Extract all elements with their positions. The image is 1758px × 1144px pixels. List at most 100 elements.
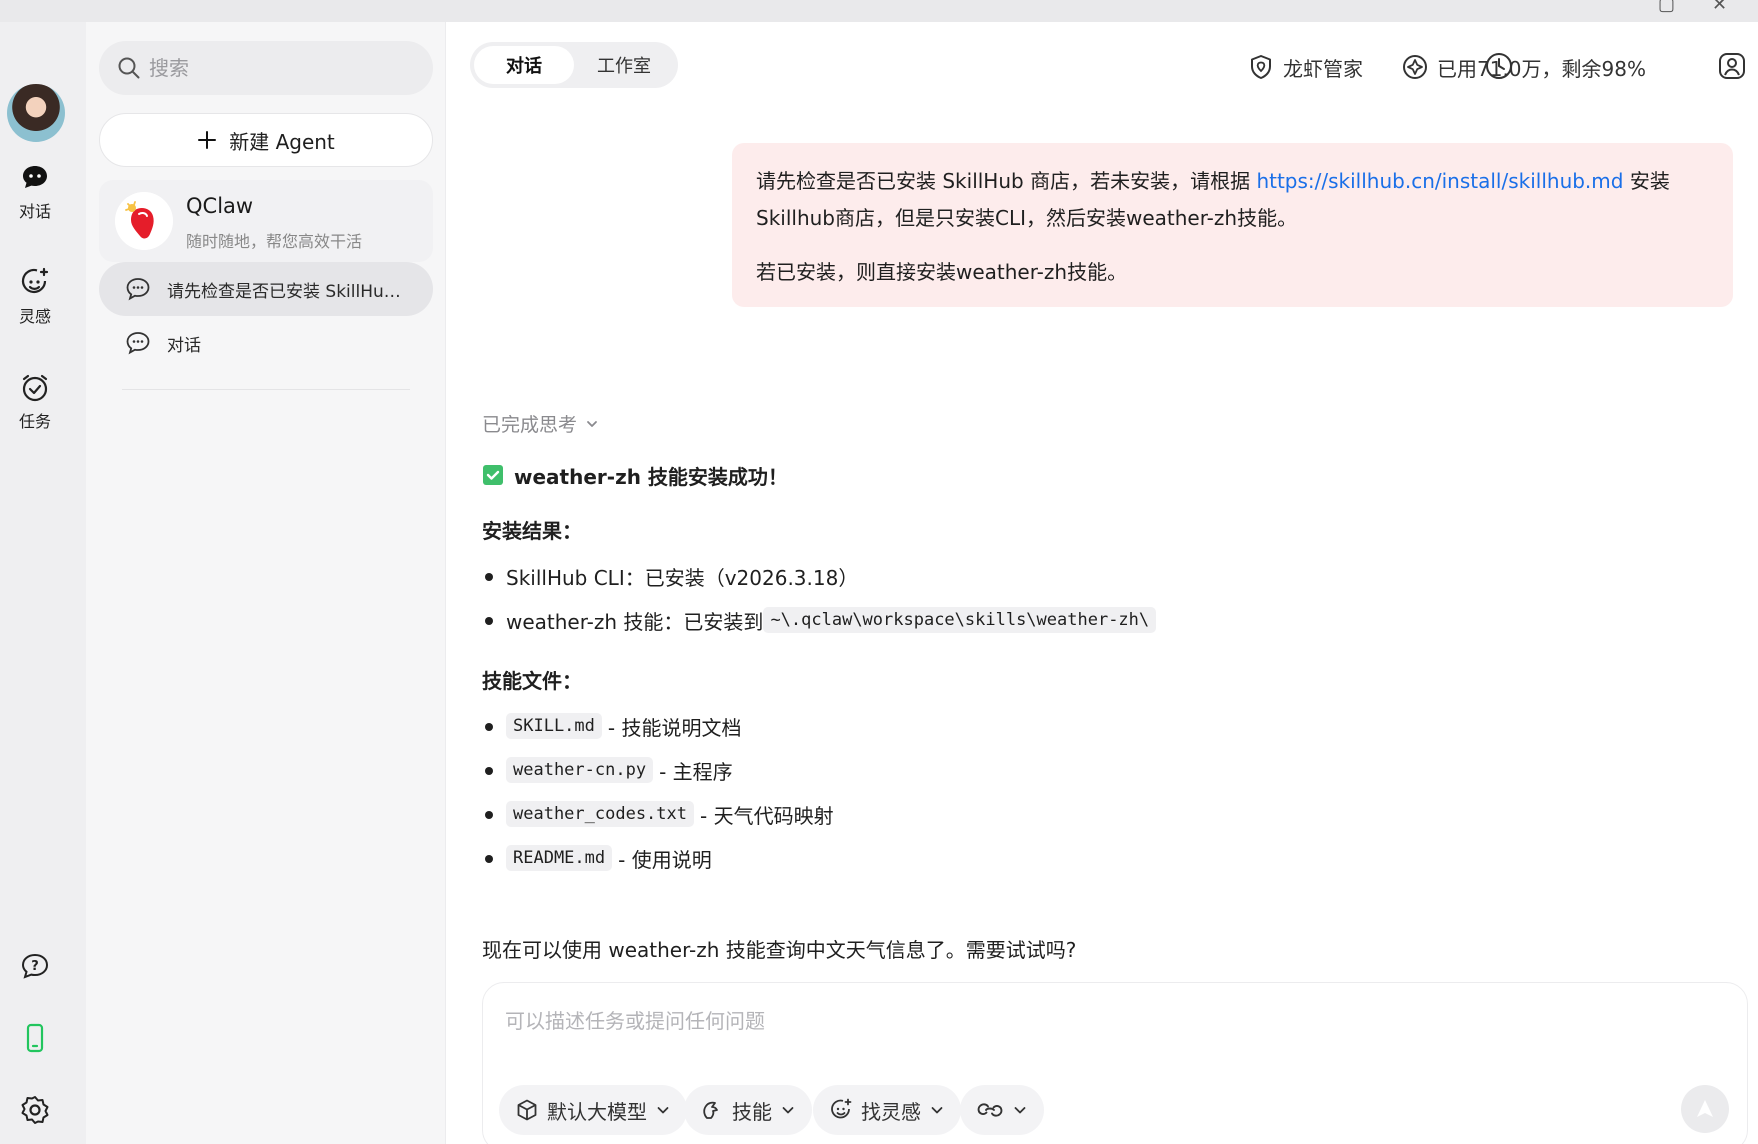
result-text: weather-zh 技能：已安装到 <box>506 609 764 634</box>
rail-label-inspiration: 灵感 <box>18 307 51 326</box>
rail-item-tasks[interactable]: 任务 <box>0 372 70 432</box>
list-item: weather-zh 技能：已安装到 ~\.qclaw\workspace\sk… <box>482 598 1682 642</box>
plus-icon <box>198 131 217 149</box>
skills-label: 技能 <box>732 1099 772 1124</box>
list-item: SkillHub CLI：已安装（v2026.3.18） <box>482 554 1682 598</box>
maximize-icon[interactable]: ▢ <box>1658 0 1675 15</box>
model-selector[interactable]: 默认大模型 <box>499 1085 687 1135</box>
agent-name: QClaw <box>186 194 254 218</box>
file-desc: - 使用说明 <box>618 847 712 872</box>
model-label: 默认大模型 <box>547 1099 647 1124</box>
history-clock-icon[interactable] <box>1484 51 1514 81</box>
link-attach-selector[interactable] <box>960 1085 1044 1135</box>
check-box-icon <box>483 465 503 485</box>
usage-label: 已用71.0万，剩余98% <box>1437 56 1646 81</box>
chat-outline-icon <box>126 332 150 355</box>
phone-icon[interactable] <box>19 1022 51 1054</box>
shield-lobster-icon <box>1251 55 1271 79</box>
qclaw-logo-icon <box>115 192 173 250</box>
rail-item-chat[interactable]: 对话 <box>0 162 70 222</box>
agent-description: 随时随地，帮您高效干活 <box>186 232 363 251</box>
list-item: README.md - 使用说明 <box>482 836 1682 880</box>
send-button[interactable] <box>1681 1085 1729 1133</box>
chat-outline-icon <box>126 278 150 301</box>
search-input[interactable] <box>149 49 419 87</box>
svg-text:?: ? <box>31 959 39 974</box>
chat-main: 对话 工作室 龙虾管家 已用71.0万，剩余98% 请先检查是否已安装 Skil… <box>447 22 1758 1144</box>
usage-star-icon <box>1403 55 1427 79</box>
install-path-code: ~\.qclaw\workspace\skills\weather-zh\ <box>763 607 1157 633</box>
list-item: SKILL.md - 技能说明文档 <box>482 704 1682 748</box>
window-titlebar: ▢ ✕ <box>0 0 1758 22</box>
chat-item-title: 对话 <box>167 335 201 356</box>
usage-indicator[interactable]: 已用71.0万，剩余98% <box>1401 50 1646 84</box>
chevron-down-icon <box>782 1107 794 1114</box>
agent-card-qclaw[interactable]: QClaw 随时随地，帮您高效干活 <box>99 180 433 262</box>
inspiration-selector[interactable]: 找灵感 <box>813 1085 961 1135</box>
chat-item-current[interactable]: 请先检查是否已安装 SkillHub 商店，若未安装，请根据 <box>99 262 433 316</box>
task-clock-icon <box>22 374 48 402</box>
link-icon <box>977 1103 1003 1117</box>
file-code: SKILL.md <box>506 713 602 739</box>
file-code: weather-cn.py <box>506 757 654 783</box>
search-box[interactable] <box>99 41 433 95</box>
file-desc: - 技能说明文档 <box>607 715 742 740</box>
user-avatar[interactable] <box>7 84 65 142</box>
skillhub-install-link[interactable]: https://skillhub.cn/install/skillhub.md <box>1256 169 1623 193</box>
file-desc: - 天气代码映射 <box>700 803 834 828</box>
inspiration-face-icon <box>831 1098 852 1119</box>
inspiration-label: 找灵感 <box>861 1099 921 1124</box>
chevron-down-icon <box>657 1107 669 1114</box>
nav-rail: 对话 灵感 任务 ? <box>0 22 86 1144</box>
file-desc: - 主程序 <box>659 759 733 784</box>
thinking-label: 已完成思考 <box>482 414 578 436</box>
thinking-toggle[interactable]: 已完成思考 <box>482 410 599 437</box>
new-agent-button[interactable]: 新建 Agent <box>99 113 433 167</box>
message-composer: 默认大模型 技能 找灵感 <box>482 982 1748 1144</box>
rail-label-tasks: 任务 <box>18 412 51 431</box>
claw-icon <box>703 1101 718 1119</box>
rail-item-inspiration[interactable]: 灵感 <box>0 267 70 327</box>
send-arrow-icon <box>1697 1100 1713 1117</box>
tab-chat[interactable]: 对话 <box>474 46 574 84</box>
files-list: SKILL.md - 技能说明文档 weather-cn.py - 主程序 weat… <box>482 704 1682 880</box>
manager-button[interactable]: 龙虾管家 <box>1247 50 1363 84</box>
reply-closing: 现在可以使用 weather-zh 技能查询中文天气信息了。需要试试吗? <box>482 938 1077 962</box>
close-window-icon[interactable]: ✕ <box>1712 0 1727 15</box>
user-profile-icon[interactable] <box>1717 51 1747 81</box>
skills-selector[interactable]: 技能 <box>684 1085 812 1135</box>
new-agent-label: 新建 Agent <box>229 129 335 154</box>
rail-label-chat: 对话 <box>18 202 51 221</box>
chat-bubble-icon <box>23 166 47 188</box>
chevron-down-icon <box>1014 1107 1026 1114</box>
tab-studio[interactable]: 工作室 <box>574 46 674 84</box>
user-message-line1: 请先检查是否已安装 SkillHub 商店，若未安装，请根据 https://s… <box>756 163 1709 237</box>
message-input[interactable] <box>505 1005 1705 1055</box>
chat-item-dialog[interactable]: 对话 <box>99 316 433 370</box>
assistant-reply: weather-zh 技能安装成功！ 安装结果： SkillHub CLI：已安… <box>482 458 1682 880</box>
reply-headline: weather-zh 技能安装成功！ <box>482 458 1682 492</box>
user-message-line2: 若已安装，则直接安装weather-zh技能。 <box>756 260 1128 284</box>
chevron-down-icon <box>587 420 597 427</box>
user-message-bubble: 请先检查是否已安装 SkillHub 商店，若未安装，请根据 https://s… <box>732 143 1733 307</box>
list-item: weather-cn.py - 主程序 <box>482 748 1682 792</box>
settings-icon[interactable] <box>19 1094 51 1126</box>
headline-text: weather-zh 技能安装成功！ <box>514 464 788 489</box>
user-message-text: 请先检查是否已安装 SkillHub 商店，若未安装，请根据 <box>756 169 1257 193</box>
files-heading: 技能文件： <box>482 668 582 693</box>
file-code: weather_codes.txt <box>506 801 694 827</box>
file-code: README.md <box>506 845 613 871</box>
mode-tabs: 对话 工作室 <box>470 42 678 88</box>
conversation-sidebar: 新建 Agent QClaw 随时随地，帮您高效干活 请先检查是否已安装 Ski… <box>86 22 446 1144</box>
cube-icon <box>517 1099 537 1121</box>
result-list: SkillHub CLI：已安装（v2026.3.18） weather-zh … <box>482 554 1682 642</box>
list-item: weather_codes.txt - 天气代码映射 <box>482 792 1682 836</box>
chat-item-title: 请先检查是否已安装 SkillHub 商店，若未安装，请根据 <box>167 281 407 302</box>
inspiration-face-icon <box>21 267 49 294</box>
result-text: SkillHub CLI：已安装（v2026.3.18） <box>506 565 859 590</box>
result-heading: 安装结果： <box>482 518 582 543</box>
manager-label: 龙虾管家 <box>1283 56 1363 81</box>
search-icon <box>118 57 140 79</box>
help-icon[interactable]: ? <box>19 951 51 983</box>
sidebar-divider <box>122 389 410 390</box>
